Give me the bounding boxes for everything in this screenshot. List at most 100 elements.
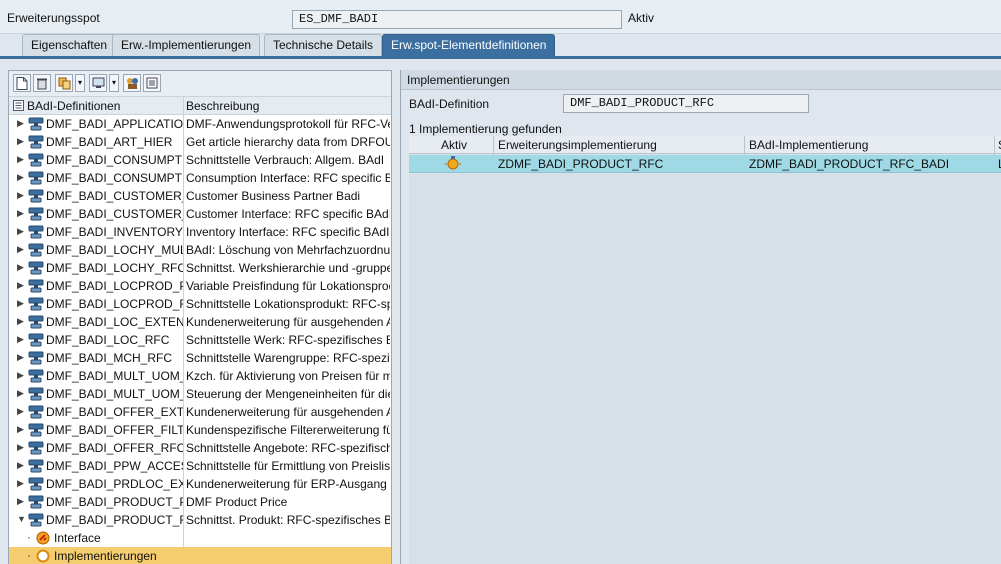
tree-row[interactable]: ▶ DMF_BADI_APPLICATIO DMF-Anwendungsprotok… <box>9 115 391 133</box>
tree-row[interactable]: ▶ DMF_BADI_MULT_UOM_ Kzch. für Aktivierung… <box>9 367 391 385</box>
tree-row[interactable]: ▶ DMF_BADI_OFFER_RFC Schnittstelle Angebot… <box>9 439 391 457</box>
expand-icon[interactable]: ▶ <box>17 334 24 345</box>
expand-icon[interactable]: ▶ <box>17 298 24 309</box>
tab-erw-spot-elementdefinitionen[interactable]: Erw.spot-Elementdefinitionen <box>382 34 556 56</box>
column-aktiv[interactable]: Aktiv <box>441 138 467 152</box>
badi-definition-name[interactable]: DMF_BADI_CONSUMPTI <box>46 171 183 185</box>
tree-row[interactable]: ▶ DMF_BADI_LOCHY_MUL BAdI: Löschung von Me… <box>9 241 391 259</box>
tree-row[interactable]: ▶ DMF_BADI_CUSTOMER_ Customer Interface: R… <box>9 205 391 223</box>
expand-icon[interactable]: ▶ <box>17 172 24 183</box>
tree-row[interactable]: ▼ DMF_BADI_PRODUCT_R Schnittst. Produkt: R… <box>9 511 391 529</box>
column-badi-definitionen[interactable]: BAdI-Definitionen <box>27 99 120 113</box>
tree-child-name[interactable]: Interface <box>54 531 183 545</box>
collapse-icon[interactable]: ▼ <box>17 514 26 524</box>
badi-definition-name[interactable]: DMF_BADI_OFFER_RFC <box>46 441 183 455</box>
badi-definition-description: Get article hierarchy data from DRFOUT <box>186 135 390 149</box>
expand-icon[interactable]: ▶ <box>17 280 24 291</box>
badi-definition-name[interactable]: DMF_BADI_ART_HIER <box>46 135 183 149</box>
badi-definition-name[interactable]: DMF_BADI_CONSUMPTI <box>46 153 183 167</box>
badi-definition-name[interactable]: DMF_BADI_CUSTOMER_ <box>46 189 183 203</box>
dropdown-icon[interactable]: ▾ <box>109 74 119 92</box>
tree-row[interactable]: ▶ DMF_BADI_CUSTOMER_ Customer Business Par… <box>9 187 391 205</box>
expand-icon[interactable]: ▶ <box>17 406 24 417</box>
spot-label: Erweiterungsspot <box>7 11 100 25</box>
tree-row[interactable]: ▶ DMF_BADI_CONSUMPTI Schnittstelle Verbrau… <box>9 151 391 169</box>
badi-definition-name[interactable]: DMF_BADI_MULT_UOM_ <box>46 387 183 401</box>
tree-row[interactable]: ▶ DMF_BADI_OFFER_FILT Kundenspezifische Fi… <box>9 421 391 439</box>
tree-row[interactable]: · Interface <box>9 529 391 547</box>
expand-icon[interactable]: ▶ <box>17 478 24 489</box>
badi-definition-name[interactable]: DMF_BADI_CUSTOMER_ <box>46 207 183 221</box>
tab-technische-details[interactable]: Technische Details <box>264 34 383 56</box>
tree-row[interactable]: ▶ DMF_BADI_LOCPROD_PI Variable Preisfindun… <box>9 277 391 295</box>
expand-icon[interactable]: ▶ <box>17 424 24 435</box>
copy-icon[interactable] <box>55 74 73 92</box>
expand-icon[interactable]: ▶ <box>17 244 24 255</box>
tree-row[interactable]: ▶ DMF_BADI_OFFER_EXTE Kundenerweiterung fü… <box>9 403 391 421</box>
badi-definition-name[interactable]: DMF_BADI_LOCHY_MUL <box>46 243 183 257</box>
badi-definition-name[interactable]: DMF_BADI_LOCHY_RFC <box>46 261 183 275</box>
tree-row[interactable]: ▶ DMF_BADI_ART_HIER Get article hierarchy … <box>9 133 391 151</box>
bullet-icon: · <box>27 530 31 544</box>
badi-definition-name[interactable]: DMF_BADI_LOCPROD_RI <box>46 297 183 311</box>
expand-icon[interactable]: ▶ <box>17 136 24 147</box>
column-badi-implementierung[interactable]: BAdI-Implementierung <box>749 138 868 152</box>
expand-icon[interactable]: ▶ <box>17 316 24 327</box>
badi-definition-name[interactable]: DMF_BADI_LOCPROD_PI <box>46 279 183 293</box>
tree-row[interactable]: ▶ DMF_BADI_INVENTORY Inventory Interface: … <box>9 223 391 241</box>
dropdown-icon[interactable]: ▾ <box>75 74 85 92</box>
tree-row[interactable]: ▶ DMF_BADI_PPW_ACCESS Schnittstelle für Er… <box>9 457 391 475</box>
tree-child-name[interactable]: Implementierungen <box>54 549 183 563</box>
badi-definition-name[interactable]: DMF_BADI_PRODUCT_P <box>46 495 183 509</box>
badi-definition-name[interactable]: DMF_BADI_PPW_ACCESS <box>46 459 183 473</box>
cell-erweiterungsimplementierung[interactable]: ZDMF_BADI_PRODUCT_RFC <box>498 157 663 171</box>
tree-row[interactable]: ▶ DMF_BADI_PRODUCT_P DMF Product Price <box>9 493 391 511</box>
badi-definition-name[interactable]: DMF_BADI_MULT_UOM_ <box>46 369 183 383</box>
expand-icon[interactable]: ▶ <box>17 118 24 129</box>
expand-icon[interactable]: ▶ <box>17 442 24 453</box>
badi-definition-name[interactable]: DMF_BADI_PRDLOC_EXT <box>46 477 183 491</box>
badi-definition-name[interactable]: DMF_BADI_INVENTORY <box>46 225 183 239</box>
tree-row[interactable]: ▶ DMF_BADI_PRDLOC_EXT Kundenerweiterung fü… <box>9 475 391 493</box>
badi-definition-name[interactable]: DMF_BADI_APPLICATIO <box>46 117 183 131</box>
badi-definition-name[interactable]: DMF_BADI_OFFER_EXTE <box>46 405 183 419</box>
badi-definition-name[interactable]: DMF_BADI_OFFER_FILT <box>46 423 183 437</box>
tab-erw-implementierungen[interactable]: Erw.-Implementierungen <box>112 34 261 56</box>
expand-icon[interactable]: ▶ <box>17 460 24 471</box>
badi-definition-name[interactable]: DMF_BADI_MCH_RFC <box>46 351 183 365</box>
tree-row[interactable]: ▶ DMF_BADI_MULT_UOM_ Steuerung der Mengene… <box>9 385 391 403</box>
tab-eigenschaften[interactable]: Eigenschaften <box>22 34 117 56</box>
filter-icon[interactable] <box>123 74 141 92</box>
tree-row[interactable]: ▶ DMF_BADI_LOC_RFC Schnittstelle Werk: RFC… <box>9 331 391 349</box>
cell-badi-implementierung[interactable]: ZDMF_BADI_PRODUCT_RFC_BADI <box>749 157 949 171</box>
badi-definition-icon <box>28 441 44 455</box>
spot-field[interactable]: ES_DMF_BADI <box>292 10 622 29</box>
expand-icon[interactable]: ▶ <box>17 208 24 219</box>
expand-icon[interactable]: ▶ <box>17 388 24 399</box>
tree-row-selected[interactable]: · Implementierungen <box>9 547 391 564</box>
column-erweiterungsimplementierung[interactable]: Erweiterungsimplementierung <box>498 138 657 152</box>
tree-row[interactable]: ▶ DMF_BADI_CONSUMPTI Consumption Interface… <box>9 169 391 187</box>
expand-icon[interactable]: ▶ <box>17 190 24 201</box>
new-icon[interactable] <box>13 74 31 92</box>
badi-definition-description: Schnittstelle Lokationsprodukt: RFC-spez <box>186 297 390 311</box>
list-icon[interactable] <box>143 74 161 92</box>
tree-row[interactable]: ▶ DMF_BADI_MCH_RFC Schnittstelle Warengrup… <box>9 349 391 367</box>
table-row[interactable]: ZDMF_BADI_PRODUCT_RFC ZDMF_BADI_PRODUCT_… <box>409 155 1001 173</box>
expand-icon[interactable]: ▶ <box>17 352 24 363</box>
display-icon[interactable] <box>89 74 107 92</box>
tree-row[interactable]: ▶ DMF_BADI_LOC_EXTENS Kundenerweiterung fü… <box>9 313 391 331</box>
expand-icon[interactable]: ▶ <box>17 154 24 165</box>
badi-definition-field[interactable]: DMF_BADI_PRODUCT_RFC <box>563 94 809 113</box>
expand-icon[interactable]: ▶ <box>17 496 24 507</box>
expand-icon[interactable]: ▶ <box>17 370 24 381</box>
delete-icon[interactable] <box>33 74 51 92</box>
badi-definition-name[interactable]: DMF_BADI_LOC_EXTENS <box>46 315 183 329</box>
tree-row[interactable]: ▶ DMF_BADI_LOCHY_RFC Schnittst. Werkshiera… <box>9 259 391 277</box>
column-beschreibung[interactable]: Beschreibung <box>186 99 259 113</box>
expand-icon[interactable]: ▶ <box>17 226 24 237</box>
expand-icon[interactable]: ▶ <box>17 262 24 273</box>
tree-row[interactable]: ▶ DMF_BADI_LOCPROD_RI Schnittstelle Lokati… <box>9 295 391 313</box>
badi-definition-name[interactable]: DMF_BADI_PRODUCT_R <box>46 513 183 527</box>
badi-definition-name[interactable]: DMF_BADI_LOC_RFC <box>46 333 183 347</box>
